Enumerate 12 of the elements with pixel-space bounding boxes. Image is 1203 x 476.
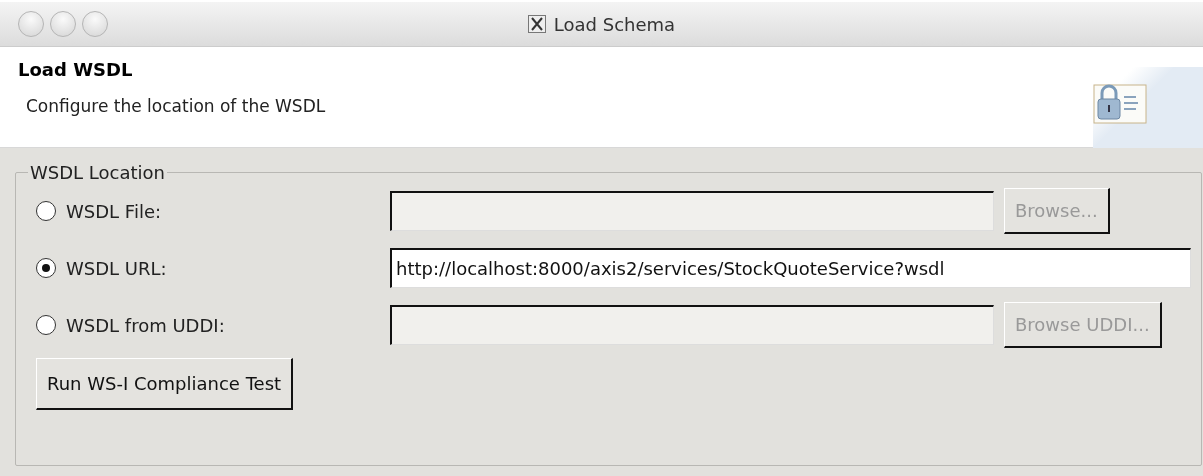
window-title: Load Schema bbox=[553, 13, 676, 35]
group-title: WSDL Location bbox=[29, 162, 166, 183]
page-title: Load WSDL bbox=[18, 59, 134, 80]
radio-label: WSDL URL: bbox=[66, 257, 168, 279]
radio-label: WSDL from UDDI: bbox=[66, 314, 226, 336]
lock-document-icon bbox=[1093, 81, 1147, 125]
radio-label: WSDL File: bbox=[66, 200, 163, 222]
compliance-test-button[interactable]: Run WS-I Compliance Test bbox=[36, 358, 294, 410]
x-window-icon bbox=[527, 15, 546, 33]
radio-button[interactable] bbox=[36, 258, 56, 278]
input-field[interactable]: http://localhost:8000/axis2/services/StockQuoteService?wsdl bbox=[390, 248, 1191, 288]
page-description: Configure the location of the WSDL bbox=[25, 96, 326, 116]
